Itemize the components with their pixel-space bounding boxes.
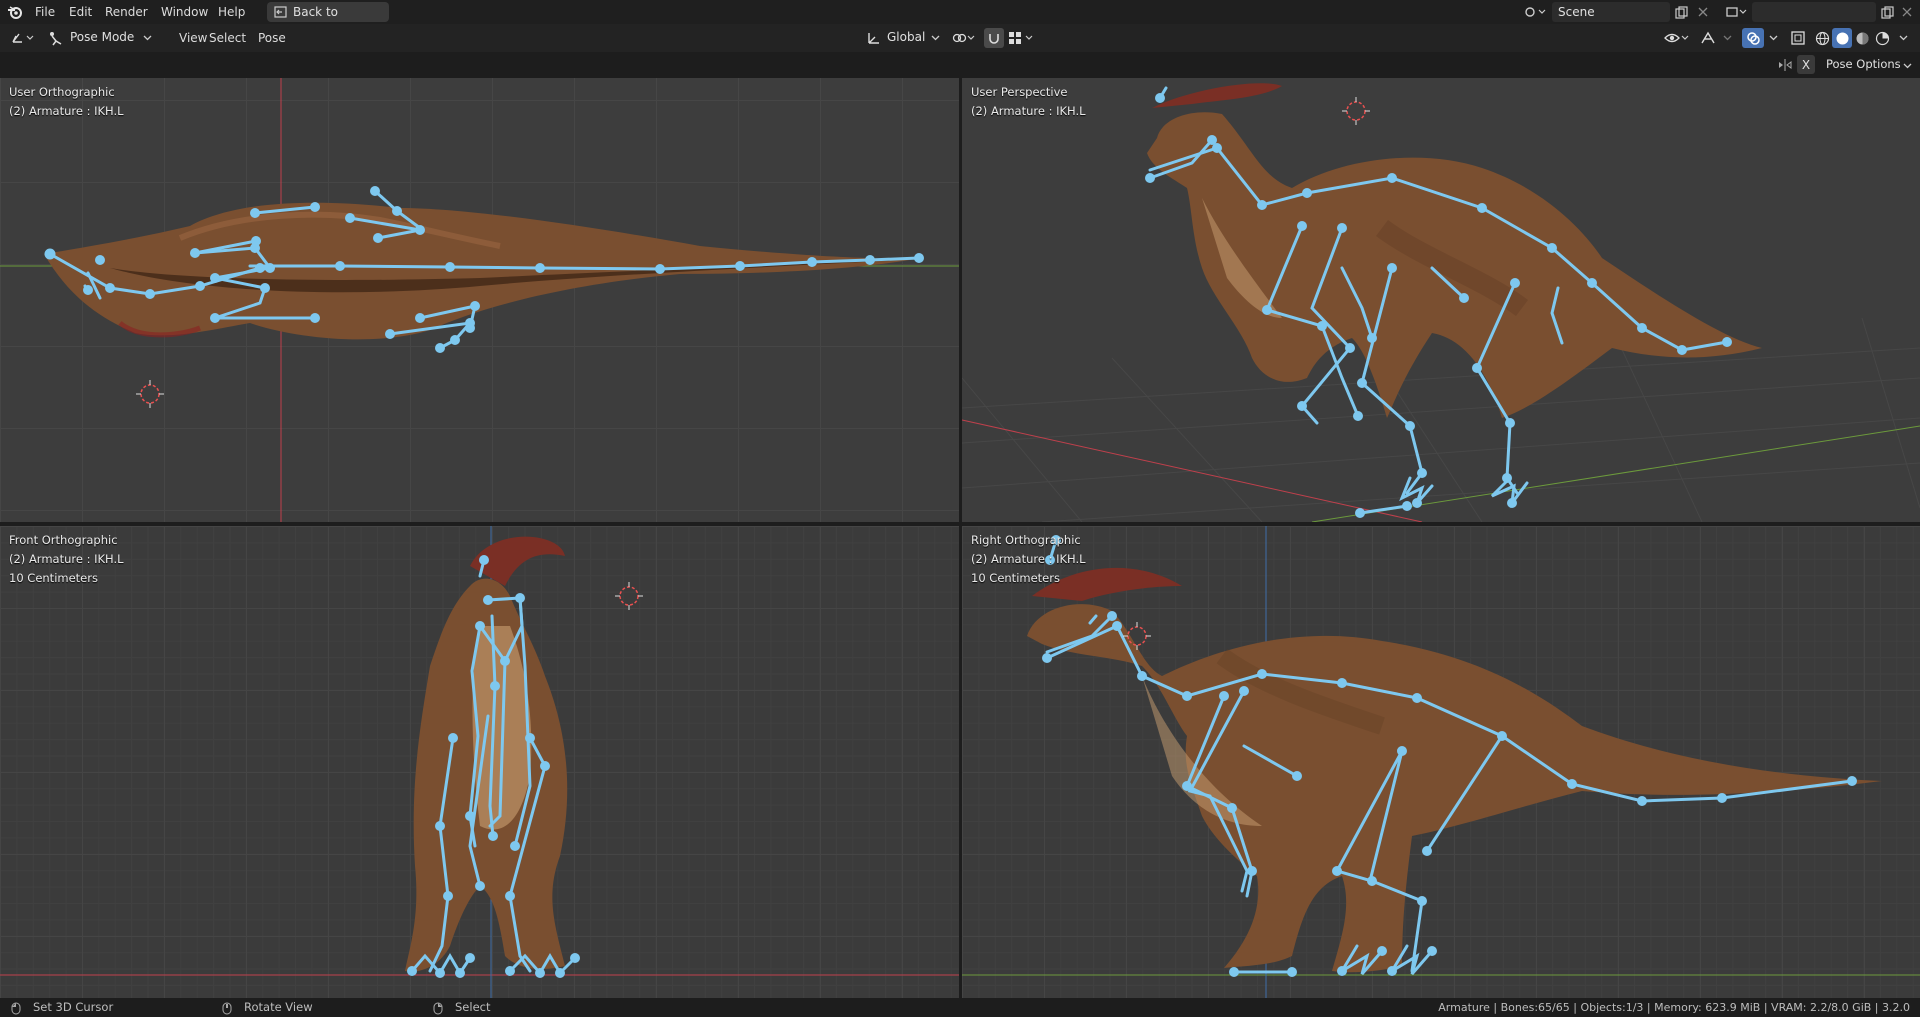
- viewport-name: Right Orthographic: [971, 533, 1081, 547]
- viewport-name: Front Orthographic: [9, 533, 118, 547]
- gizmo-chevron-down-icon[interactable]: [1720, 31, 1734, 45]
- left-mouse-icon: [10, 1001, 22, 1015]
- front-ortho-scene: [0, 526, 959, 998]
- middle-mouse-icon: [221, 1001, 233, 1015]
- 3d-cursor-icon: [136, 380, 164, 408]
- delete-scene-icon[interactable]: [1694, 3, 1712, 21]
- right-mouse-icon: [432, 1001, 444, 1015]
- pose-mode-icon[interactable]: [46, 29, 64, 47]
- menu-edit[interactable]: Edit: [62, 4, 99, 20]
- blender-logo-icon[interactable]: [6, 3, 24, 21]
- 3d-viewport-icon[interactable]: [8, 29, 38, 47]
- viewport-front-orthographic[interactable]: Front Orthographic (2) Armature : IKH.L …: [0, 526, 959, 998]
- snap-target-icon[interactable]: [1006, 29, 1036, 47]
- overlays-toggle-icon[interactable]: [1742, 28, 1764, 48]
- tool-settings-strip: X Pose Options: [0, 52, 1920, 78]
- orientation-chevron-down-icon[interactable]: [928, 31, 942, 45]
- top-bar: File Edit Render Window Help Back to Pre…: [0, 0, 1920, 39]
- mirror-x-label: X: [1801, 58, 1811, 72]
- status-bar: Set 3D Cursor Rotate View Select Armatur…: [0, 998, 1920, 1017]
- transform-orientation-icon[interactable]: [864, 29, 882, 47]
- viewport-right-orthographic[interactable]: Right Orthographic (2) Armature : IKH.L …: [962, 526, 1920, 998]
- viewport-split-horizontal[interactable]: [0, 522, 1920, 526]
- scene-icon[interactable]: [1521, 3, 1549, 21]
- mirror-icon[interactable]: [1776, 56, 1794, 74]
- transform-orientation-label[interactable]: Global: [887, 30, 925, 44]
- scene-statistics: Armature | Bones:65/65 | Objects:1/3 | M…: [1438, 1001, 1910, 1014]
- overlays-chevron-down-icon[interactable]: [1766, 31, 1780, 45]
- visibility-eye-icon[interactable]: [1662, 29, 1692, 47]
- mode-label[interactable]: Pose Mode: [70, 30, 134, 44]
- material-preview-shading-icon[interactable]: [1852, 28, 1872, 48]
- 3d-cursor-icon: [1342, 97, 1370, 125]
- mode-dropdown-chevron-down-icon[interactable]: [140, 31, 154, 45]
- xray-toggle-icon[interactable]: [1788, 29, 1808, 47]
- viewport-split-vertical[interactable]: [959, 78, 962, 998]
- back-to-previous-icon: [273, 5, 287, 19]
- viewport-object: (2) Armature : IKH.L: [9, 104, 124, 118]
- snap-toggle-icon[interactable]: [984, 28, 1004, 48]
- viewport-object: (2) Armature : IKH.L: [971, 552, 1086, 566]
- scene-name: Scene: [1558, 5, 1595, 19]
- hint-set-3d-cursor: Set 3D Cursor: [33, 1000, 114, 1014]
- rendered-shading-icon[interactable]: [1872, 28, 1892, 48]
- view-layer-icon[interactable]: [1722, 3, 1750, 21]
- view-layer-field[interactable]: [1752, 2, 1876, 22]
- viewport-header: Pose Mode View Select Pose Global: [0, 24, 1920, 52]
- shading-chevron-down-icon[interactable]: [1896, 31, 1910, 45]
- hint-rotate-view: Rotate View: [244, 1000, 313, 1014]
- viewport-name: User Perspective: [971, 85, 1068, 99]
- viewport-object: (2) Armature : IKH.L: [9, 552, 124, 566]
- viewport-user-perspective[interactable]: User Perspective (2) Armature : IKH.L: [962, 78, 1920, 522]
- new-view-layer-icon[interactable]: [1878, 3, 1896, 21]
- pose-options-chevron-down-icon[interactable]: [1900, 59, 1914, 73]
- pivot-point-icon[interactable]: [950, 29, 978, 47]
- pose-options-dropdown[interactable]: Pose Options: [1826, 57, 1901, 71]
- delete-view-layer-icon[interactable]: [1898, 3, 1916, 21]
- mirror-x-toggle[interactable]: X: [1797, 55, 1815, 74]
- user-perspective-scene: [962, 83, 1920, 522]
- menu-help[interactable]: Help: [211, 4, 252, 20]
- menu-select[interactable]: Select: [202, 30, 253, 46]
- menu-render[interactable]: Render: [98, 4, 155, 20]
- viewport-object: (2) Armature : IKH.L: [971, 104, 1086, 118]
- viewport-scale: 10 Centimeters: [9, 571, 98, 585]
- right-ortho-scene: [962, 526, 1920, 998]
- menu-file[interactable]: File: [28, 4, 62, 20]
- menu-pose[interactable]: Pose: [251, 30, 293, 46]
- hint-select: Select: [455, 1000, 491, 1014]
- back-to-previous-button[interactable]: Back to Previous: [267, 2, 389, 39]
- wireframe-shading-icon[interactable]: [1812, 28, 1832, 48]
- new-scene-icon[interactable]: [1672, 3, 1690, 21]
- user-ortho-scene: [0, 78, 959, 522]
- viewport-user-orthographic[interactable]: User Orthographic (2) Armature : IKH.L: [0, 78, 959, 522]
- 3d-cursor-icon: [615, 582, 643, 610]
- scene-name-field[interactable]: Scene: [1552, 2, 1670, 22]
- menu-window[interactable]: Window: [154, 4, 215, 20]
- gizmo-toggle-icon[interactable]: [1698, 29, 1718, 47]
- viewport-name: User Orthographic: [9, 85, 115, 99]
- solid-shading-icon[interactable]: [1832, 28, 1852, 48]
- viewport-scale: 10 Centimeters: [971, 571, 1060, 585]
